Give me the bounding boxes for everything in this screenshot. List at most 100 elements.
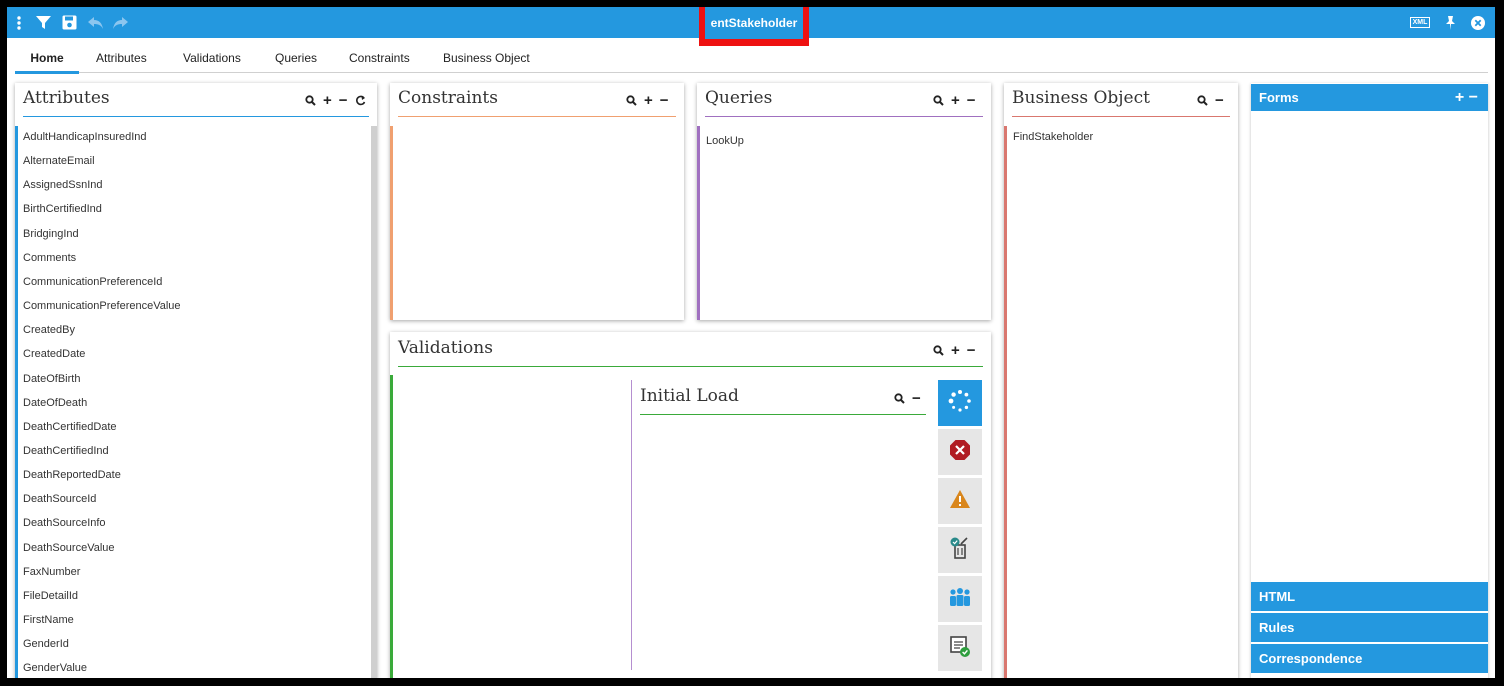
attribute-item[interactable]: CommunicationPreferenceId — [23, 276, 162, 288]
remove-attribute-button[interactable]: − — [339, 92, 348, 109]
attribute-item[interactable]: DateOfBirth — [23, 373, 80, 385]
remove-constraint-button[interactable]: − — [660, 92, 669, 109]
queries-accent-bar — [697, 126, 700, 320]
filter-icon[interactable] — [34, 7, 52, 38]
queries-underline — [705, 116, 983, 117]
close-icon[interactable] — [1470, 7, 1486, 38]
pin-icon[interactable] — [1442, 7, 1458, 38]
rules-section-header[interactable]: Rules — [1251, 613, 1488, 642]
attribute-item[interactable]: CreatedBy — [23, 324, 75, 336]
error-icon — [949, 439, 971, 466]
constraints-title: Constraints — [398, 88, 498, 108]
business-object-title: Business Object — [1012, 88, 1150, 108]
validations-accent-bar — [390, 375, 393, 678]
attribute-item[interactable]: DeathCertifiedDate — [23, 421, 117, 433]
html-section-header[interactable]: HTML — [1251, 582, 1488, 611]
search-icon[interactable] — [626, 95, 637, 106]
tab-queries[interactable]: Queries — [275, 38, 317, 74]
attribute-item[interactable]: CreatedDate — [23, 348, 85, 360]
attribute-item[interactable]: DeathCertifiedInd — [23, 445, 109, 457]
tab-validations[interactable]: Validations — [183, 38, 241, 74]
attribute-item[interactable]: GenderId — [23, 638, 69, 650]
attribute-item[interactable]: Comments — [23, 252, 76, 264]
people-icon — [948, 587, 972, 612]
attribute-item[interactable]: FileDetailId — [23, 590, 78, 602]
constraints-panel: Constraints + − — [390, 83, 684, 320]
add-constraint-button[interactable]: + — [644, 92, 653, 109]
attribute-item[interactable]: BridgingInd — [23, 228, 79, 240]
business-object-underline — [1012, 116, 1230, 117]
attribute-item[interactable]: FirstName — [23, 614, 74, 626]
remove-initial-load-button[interactable]: − — [912, 390, 921, 407]
add-validation-button[interactable]: + — [951, 342, 960, 359]
top-toolbar: entStakeholder XML — [7, 7, 1495, 46]
menu-dots-icon[interactable] — [13, 7, 25, 38]
save-icon[interactable] — [60, 7, 78, 38]
attribute-item[interactable]: BirthCertifiedInd — [23, 203, 102, 215]
remove-query-button[interactable]: − — [967, 92, 976, 109]
search-icon[interactable] — [305, 95, 316, 106]
business-object-panel: Business Object − FindStakeholder — [1004, 83, 1238, 678]
approved-rules-button[interactable] — [938, 625, 982, 671]
constraints-accent-bar — [390, 126, 393, 320]
attribute-item[interactable]: CommunicationPreferenceValue — [23, 300, 181, 312]
constraints-actions: + − — [626, 92, 669, 109]
correspondence-section-header[interactable]: Correspondence — [1251, 644, 1488, 673]
warning-rules-button[interactable] — [938, 478, 982, 524]
delete-rules-button[interactable] — [938, 527, 982, 573]
search-icon[interactable] — [1197, 95, 1208, 106]
loading-spinner-icon — [948, 389, 972, 418]
attribute-item[interactable]: AssignedSsnInd — [23, 179, 103, 191]
refresh-icon[interactable] — [355, 95, 366, 106]
queries-title: Queries — [705, 88, 773, 108]
tab-constraints[interactable]: Constraints — [349, 38, 410, 74]
initial-load-title: Initial Load — [640, 386, 739, 406]
validations-underline — [398, 366, 983, 367]
remove-validation-button[interactable]: − — [967, 342, 976, 359]
search-icon[interactable] — [894, 393, 905, 404]
attributes-underline — [23, 116, 369, 117]
attribute-item[interactable]: DeathSourceId — [23, 493, 96, 505]
remove-business-object-button[interactable]: − — [1215, 92, 1224, 109]
add-form-button[interactable]: + — [1455, 89, 1464, 106]
add-query-button[interactable]: + — [951, 92, 960, 109]
xml-label: XML — [1409, 17, 1431, 28]
forms-section-header[interactable]: Forms + − — [1251, 84, 1488, 111]
attributes-accent-bar — [15, 126, 18, 678]
attribute-item[interactable]: AlternateEmail — [23, 155, 95, 167]
queries-actions: + − — [933, 92, 976, 109]
initial-load-button[interactable] — [938, 380, 982, 426]
tab-attributes[interactable]: Attributes — [96, 38, 147, 74]
tab-business-object[interactable]: Business Object — [443, 38, 530, 74]
attribute-item[interactable]: FaxNumber — [23, 566, 80, 578]
group-rules-button[interactable] — [938, 576, 982, 622]
undo-icon[interactable] — [87, 7, 105, 38]
xml-icon[interactable]: XML — [1408, 7, 1432, 38]
remove-form-button[interactable]: − — [1469, 89, 1478, 106]
window-title[interactable]: entStakeholder — [705, 7, 803, 39]
attribute-item[interactable]: DeathReportedDate — [23, 469, 121, 481]
business-object-actions: − — [1197, 92, 1224, 109]
add-attribute-button[interactable]: + — [323, 92, 332, 109]
search-icon[interactable] — [933, 95, 944, 106]
error-rules-button[interactable] — [938, 429, 982, 475]
attributes-title: Attributes — [23, 88, 110, 108]
attribute-item[interactable]: DeathSourceValue — [23, 542, 115, 554]
warning-icon — [949, 489, 971, 514]
attribute-item[interactable]: DateOfDeath — [23, 397, 87, 409]
redo-icon[interactable] — [111, 7, 129, 38]
business-object-accent-bar — [1004, 126, 1007, 678]
forms-label: Forms — [1259, 90, 1299, 105]
search-icon[interactable] — [933, 345, 944, 356]
query-item[interactable]: LookUp — [706, 135, 744, 147]
attributes-scrollbar[interactable] — [371, 126, 377, 678]
business-object-item[interactable]: FindStakeholder — [1013, 131, 1093, 143]
attribute-item[interactable]: AdultHandicapInsuredInd — [23, 131, 147, 143]
tab-home[interactable]: Home — [15, 38, 79, 74]
app-window: entStakeholder XML Home Attributes Valid… — [7, 7, 1495, 678]
attribute-item[interactable]: DeathSourceInfo — [23, 517, 106, 529]
initial-load-underline — [640, 414, 926, 415]
attributes-actions: + − — [305, 92, 366, 109]
validations-title: Validations — [398, 338, 493, 358]
attribute-item[interactable]: GenderValue — [23, 662, 87, 674]
